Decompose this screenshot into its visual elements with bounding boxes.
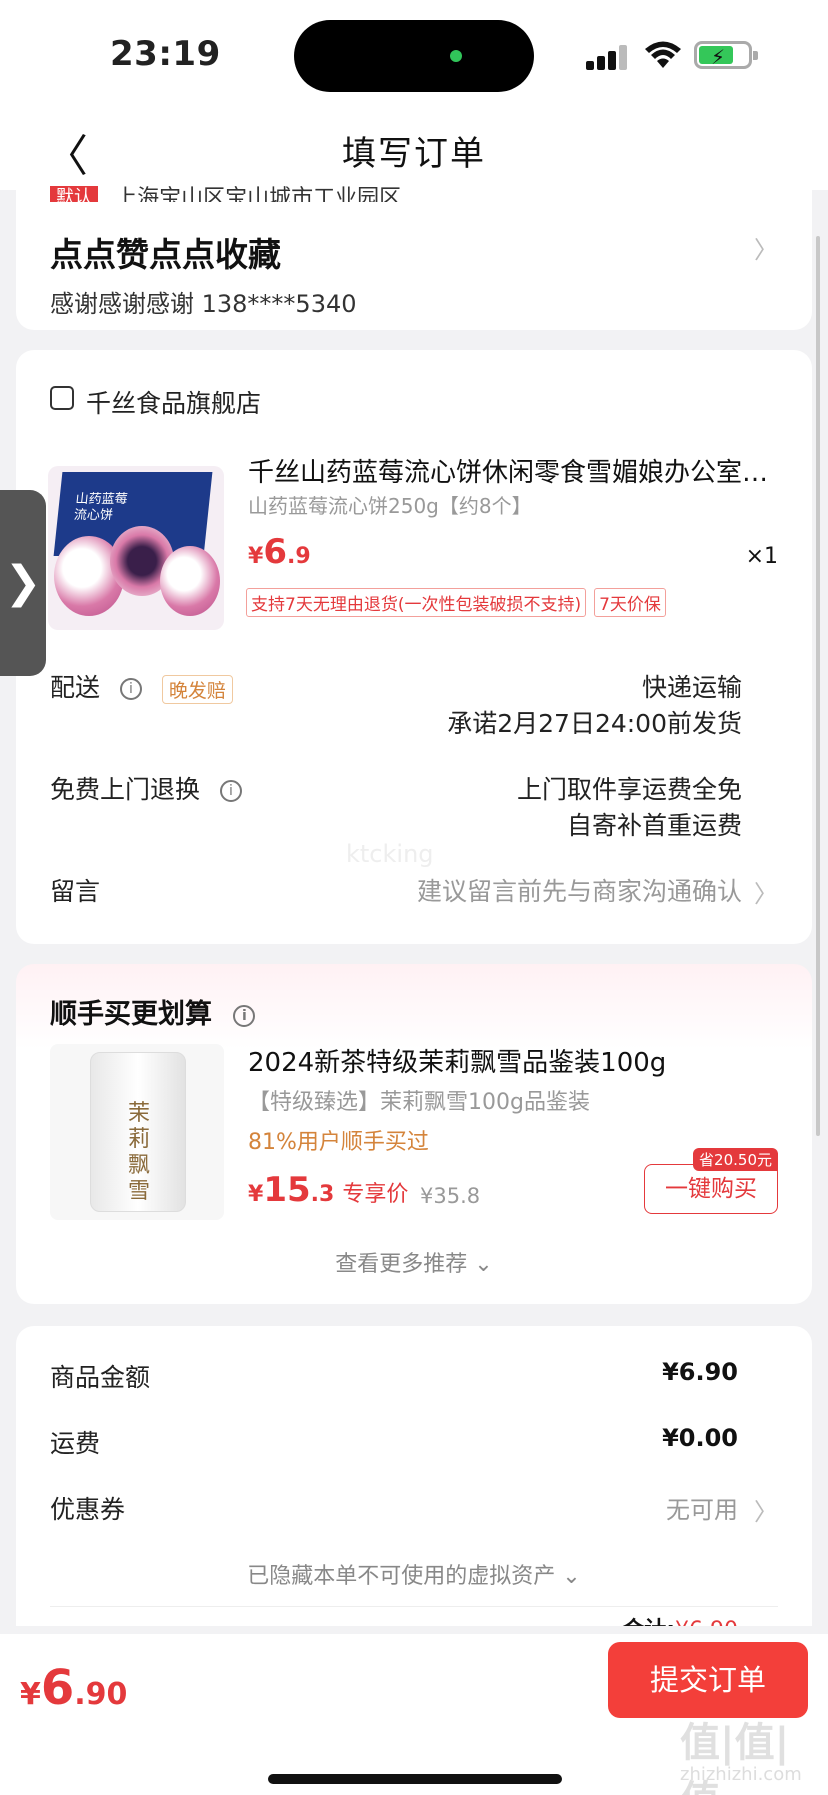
coupon-label: 优惠券 bbox=[50, 1495, 126, 1524]
recommend-price: ¥15.3 专享价 bbox=[248, 1170, 409, 1210]
message-input[interactable]: 建议留言前先与商家沟通确认 bbox=[417, 872, 742, 908]
goods-amount-value: ¥6.90 bbox=[662, 1358, 738, 1386]
delivery-promise: 承诺2月27日24:00前发货 bbox=[447, 709, 742, 738]
address-name: 点点赞点点收藏 bbox=[50, 235, 281, 274]
product-title[interactable]: 千丝山药蓝莓流心饼休闲零食雪媚娘办公室… bbox=[248, 452, 778, 489]
info-icon[interactable]: i bbox=[233, 1004, 256, 1027]
recommend-bought-rate: 81%用户顺手买过 bbox=[248, 1130, 429, 1155]
product-box-label: 山药蓝莓 流心饼 bbox=[73, 492, 129, 523]
battery-icon: ⚡ bbox=[694, 41, 758, 69]
recommend-original-price: ¥35.8 bbox=[420, 1184, 481, 1208]
delivery-label: 配送 bbox=[50, 673, 101, 702]
return-policy-tag: 支持7天无理由退货(一次性包装破损不支持) bbox=[246, 588, 587, 617]
chevron-right-icon: 〉 bbox=[754, 1498, 778, 1526]
status-bar: 23:19 ⚡ bbox=[0, 0, 828, 110]
nav-bar: 〈 填写订单 bbox=[0, 110, 828, 190]
return-line1: 上门取件享运费全免 bbox=[516, 775, 742, 804]
recommend-product-image[interactable]: 茉莉飘雪 bbox=[50, 1044, 224, 1220]
summary-card: 商品金额 ¥6.90 运费 ¥0.00 优惠券 无可用 〉 已隐藏本单不可使用的… bbox=[16, 1326, 812, 1626]
address-line: 上海宝山区宝山城市工业园区 bbox=[115, 186, 402, 202]
recommend-title: 顺手买更划算 i bbox=[50, 992, 256, 1031]
order-card: 千丝食品旗舰店 山药蓝莓 流心饼 千丝山药蓝莓流心饼休闲零食雪媚娘办公室… 山药… bbox=[16, 350, 812, 944]
product-price: ¥6.9 bbox=[248, 532, 311, 572]
hidden-assets-toggle[interactable]: 已隐藏本单不可使用的虚拟资产 ⌄ bbox=[16, 1558, 812, 1590]
info-icon[interactable]: i bbox=[219, 780, 242, 802]
info-icon[interactable]: i bbox=[119, 678, 142, 700]
return-line2: 自寄补首重运费 bbox=[566, 811, 742, 840]
recommend-card: 顺手买更划算 i 茉莉飘雪 2024新茶特级茉莉飘雪品鉴装100g 【特级臻选】… bbox=[16, 964, 812, 1304]
price-protect-tag: 7天价保 bbox=[594, 588, 666, 617]
store-icon bbox=[50, 386, 74, 410]
product-image[interactable]: 山药蓝莓 流心饼 bbox=[48, 466, 224, 630]
submit-order-button[interactable]: 提交订单 bbox=[608, 1642, 808, 1718]
save-badge: 省20.50元 bbox=[693, 1148, 778, 1171]
total-price: ¥6.90 bbox=[20, 1660, 128, 1716]
camera-indicator-icon bbox=[450, 50, 462, 62]
tea-can-label: 茉莉飘雪 bbox=[127, 1101, 150, 1204]
delivery-row: 配送 i 晚发赔 bbox=[50, 668, 233, 704]
one-click-buy-button[interactable]: 一键购买 bbox=[644, 1164, 778, 1214]
address-contact: 感谢感谢感谢 138****5340 bbox=[50, 290, 357, 318]
default-badge: 默认 bbox=[50, 186, 98, 202]
side-tab-handle[interactable]: ❯ bbox=[0, 490, 46, 676]
product-spec: 山药蓝莓流心饼250g【约8个】 bbox=[248, 494, 532, 518]
product-quantity: ×1 bbox=[745, 544, 778, 569]
home-indicator bbox=[268, 1774, 562, 1784]
page-title: 填写订单 bbox=[342, 134, 486, 174]
recommend-product-sub: 【特级臻选】茉莉飘雪100g品鉴装 bbox=[248, 1090, 590, 1115]
store-name[interactable]: 千丝食品旗舰店 bbox=[86, 384, 261, 420]
delivery-method: 快递运输 bbox=[641, 673, 742, 702]
wifi-icon bbox=[645, 41, 681, 68]
chevron-right-icon: 〉 bbox=[754, 236, 778, 264]
return-row: 免费上门退换 i bbox=[50, 770, 242, 806]
divider bbox=[50, 1606, 778, 1607]
goods-amount-label: 商品金额 bbox=[50, 1363, 151, 1392]
shipping-label: 运费 bbox=[50, 1429, 101, 1458]
coupon-value[interactable]: 无可用 bbox=[666, 1490, 738, 1525]
signal-icon bbox=[586, 44, 630, 70]
address-card[interactable]: 默认 上海宝山区宝山城市工业园区 点点赞点点收藏 感谢感谢感谢 138****5… bbox=[16, 186, 812, 330]
chevron-right-icon: 〉 bbox=[754, 880, 778, 908]
recommend-product-name[interactable]: 2024新茶特级茉莉飘雪品鉴装100g bbox=[248, 1042, 666, 1079]
more-recommend-link[interactable]: 查看更多推荐 ⌄ bbox=[16, 1246, 812, 1278]
return-label: 免费上门退换 bbox=[50, 775, 201, 804]
status-time: 23:19 bbox=[110, 34, 221, 74]
late-compensation-tag: 晚发赔 bbox=[161, 674, 233, 704]
dynamic-island bbox=[294, 20, 534, 92]
product-tags: 支持7天无理由退货(一次性包装破损不支持) 7天价保 bbox=[246, 588, 674, 617]
image-watermark: ktcking bbox=[346, 840, 434, 868]
corner-watermark-text: zhizhizhi.com bbox=[680, 1764, 802, 1785]
scrollbar[interactable] bbox=[816, 236, 820, 1136]
message-label: 留言 bbox=[50, 877, 101, 906]
address-line-row: 默认 上海宝山区宝山城市工业园区 bbox=[50, 186, 770, 202]
total-row: 合计:¥6.90 bbox=[622, 1612, 738, 1626]
shipping-value: ¥0.00 bbox=[662, 1424, 738, 1452]
